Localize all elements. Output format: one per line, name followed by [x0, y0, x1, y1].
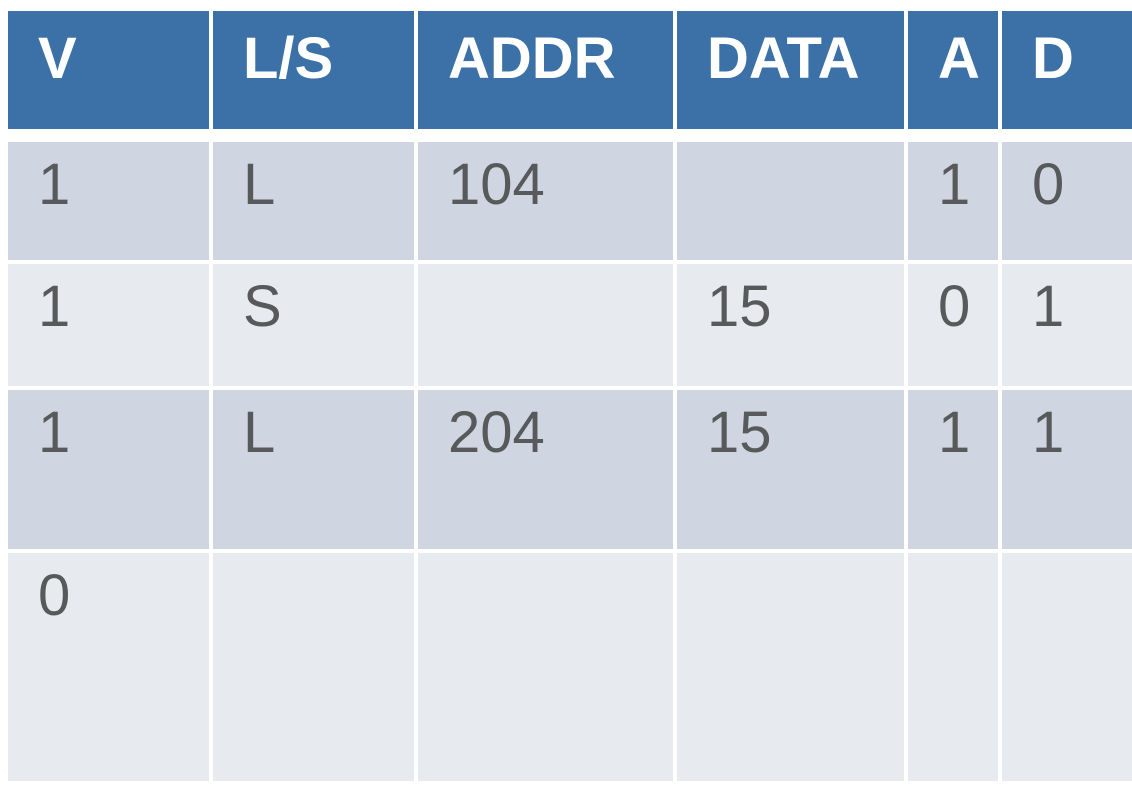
header-cell-a: A	[908, 11, 998, 129]
table-cell-d: 1	[1002, 264, 1132, 386]
header-cell-v: V	[8, 11, 209, 129]
header-cell-addr: ADDR	[418, 11, 673, 129]
table-cell-ls	[213, 553, 414, 781]
table-cell-a: 1	[908, 142, 998, 260]
table-cell-data	[677, 553, 904, 781]
table-cell-v: 1	[8, 264, 209, 386]
table-cell-d: 0	[1002, 142, 1132, 260]
table-cell-ls: S	[213, 264, 414, 386]
table-cell-v: 0	[8, 553, 209, 781]
table-cell-v: 1	[8, 390, 209, 549]
data-table: V L/S ADDR DATA A D 1 L 104 1 0 1 S 15 0 1 1 L 204 15 1 1 0	[8, 11, 1132, 781]
table-cell-d	[1002, 553, 1132, 781]
table-cell-a: 0	[908, 264, 998, 386]
table-cell-addr: 204	[418, 390, 673, 549]
table-cell-a	[908, 553, 998, 781]
table-cell-ls: L	[213, 390, 414, 549]
table-cell-v: 1	[8, 142, 209, 260]
table-cell-data	[677, 142, 904, 260]
header-cell-data: DATA	[677, 11, 904, 129]
header-cell-d: D	[1002, 11, 1132, 129]
header-cell-ls: L/S	[213, 11, 414, 129]
table-cell-ls: L	[213, 142, 414, 260]
table-cell-addr: 104	[418, 142, 673, 260]
table-cell-addr	[418, 264, 673, 386]
table-cell-a: 1	[908, 390, 998, 549]
table-cell-data: 15	[677, 264, 904, 386]
table-cell-addr	[418, 553, 673, 781]
table-cell-data: 15	[677, 390, 904, 549]
table-cell-d: 1	[1002, 390, 1132, 549]
